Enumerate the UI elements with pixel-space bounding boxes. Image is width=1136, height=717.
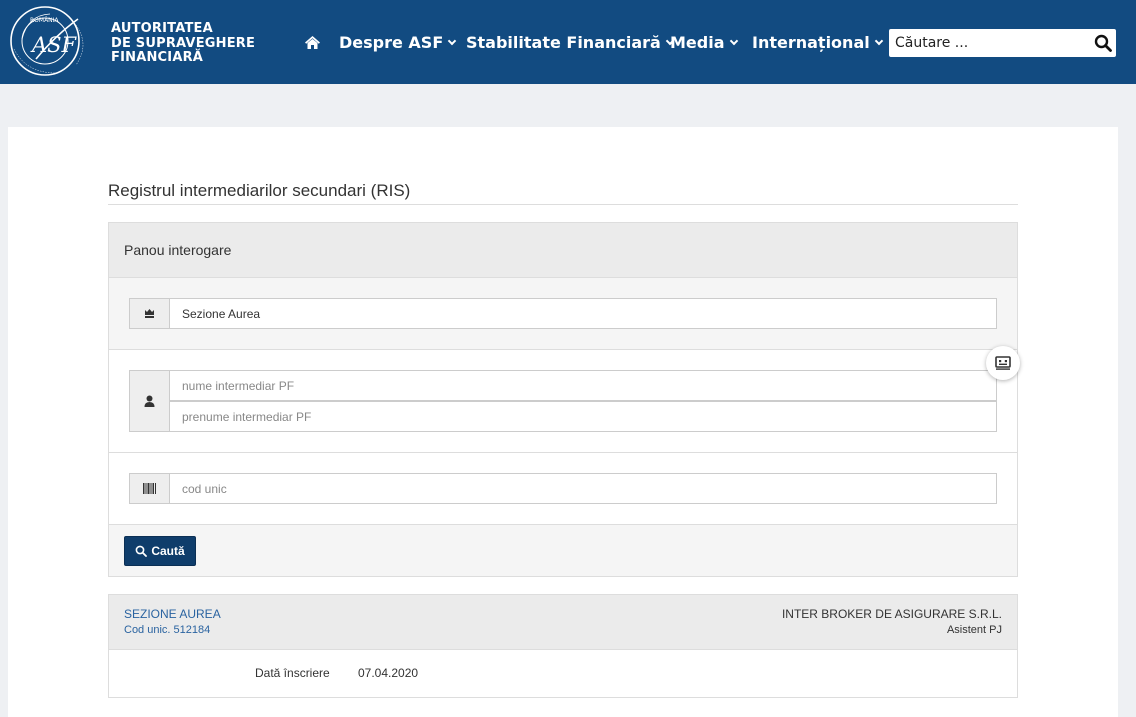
svg-text:ROMÂNIA: ROMÂNIA bbox=[30, 17, 59, 24]
result-code-value: 512184 bbox=[173, 624, 211, 636]
nav-despre-asf-label: Despre ASF bbox=[339, 33, 457, 52]
company-name-input[interactable] bbox=[169, 298, 997, 329]
organization-name[interactable]: AUTORITATEA DE SUPRAVEGHERE FINANCIARĂ bbox=[111, 21, 256, 66]
person-input-group bbox=[129, 370, 997, 432]
search-icon[interactable] bbox=[1094, 34, 1112, 52]
nav-international-label: Internațional bbox=[752, 33, 883, 52]
nav-media-label: Media bbox=[670, 33, 738, 52]
logo-line-1: AUTORITATEA bbox=[111, 21, 213, 36]
site-search bbox=[889, 29, 1116, 57]
logo-line-2: DE SUPRAVEGHERE bbox=[111, 35, 256, 51]
chevron-down-icon bbox=[448, 36, 457, 45]
first-name-input[interactable] bbox=[169, 401, 997, 432]
nav-media[interactable]: Media bbox=[670, 29, 738, 55]
registration-date-value: 07.04.2020 bbox=[358, 666, 419, 680]
barcode-icon bbox=[129, 473, 170, 504]
top-navigation-bar: ROMÂNIA ASF AUTORITATEA DE SUPRAVEGHERE … bbox=[0, 0, 1136, 84]
nav-despre-asf[interactable]: Despre ASF bbox=[339, 29, 457, 55]
site-search-input[interactable] bbox=[889, 29, 1084, 57]
result-card: SEZIONE AUREA Cod unic. 512184 INTER BROK… bbox=[108, 594, 1018, 698]
unique-code-input[interactable] bbox=[169, 473, 997, 504]
last-name-input[interactable] bbox=[169, 370, 997, 401]
id-card-widget[interactable] bbox=[986, 346, 1020, 380]
query-panel: Panou interogare Sezione Aurea nume inte… bbox=[108, 222, 1018, 577]
search-button-label: Caută bbox=[151, 544, 185, 558]
search-button[interactable]: Caută bbox=[124, 536, 196, 566]
person-filter-row bbox=[109, 350, 1017, 453]
panel-heading-title: Panou interogare bbox=[124, 242, 232, 258]
nav-stabilitate-financiara[interactable]: Stabilitate Financiară bbox=[466, 29, 675, 55]
logo-line-3: FINANCIARĂ bbox=[111, 50, 204, 65]
registration-date-label: Dată înscriere bbox=[255, 666, 330, 680]
result-header: SEZIONE AUREA Cod unic. 512184 INTER BROK… bbox=[109, 595, 1017, 650]
company-filter-row bbox=[109, 278, 1017, 350]
svg-text:ASF: ASF bbox=[30, 33, 78, 57]
result-code-label: Cod unic. bbox=[124, 624, 171, 636]
page-title: Registrul intermediarilor secundari (RIS… bbox=[108, 181, 411, 200]
code-filter-row bbox=[109, 453, 1017, 525]
home-icon bbox=[304, 35, 320, 49]
result-intermediary-type: Asistent PJ bbox=[946, 624, 1002, 636]
company-input-group bbox=[129, 298, 997, 329]
building-icon bbox=[129, 298, 170, 329]
search-icon bbox=[135, 545, 148, 557]
asf-seal-logo[interactable]: ROMÂNIA ASF bbox=[6, 5, 104, 78]
result-intermediary-name[interactable]: SEZIONE AUREA bbox=[124, 607, 221, 621]
code-input-group bbox=[129, 473, 997, 504]
id-card-icon bbox=[995, 356, 1011, 370]
chevron-down-icon bbox=[729, 36, 738, 45]
panel-heading: Panou interogare bbox=[109, 223, 1017, 278]
title-divider bbox=[108, 204, 1018, 205]
nav-international[interactable]: Internațional bbox=[752, 29, 883, 55]
nav-home[interactable] bbox=[302, 29, 322, 55]
result-unique-code: Cod unic. 512184 bbox=[124, 624, 210, 636]
nav-stabilitate-label: Stabilitate Financiară bbox=[466, 33, 675, 52]
chevron-down-icon bbox=[874, 36, 883, 45]
result-company-name: INTER BROKER DE ASIGURARE S.R.L. bbox=[781, 607, 1002, 621]
user-icon bbox=[129, 370, 170, 432]
